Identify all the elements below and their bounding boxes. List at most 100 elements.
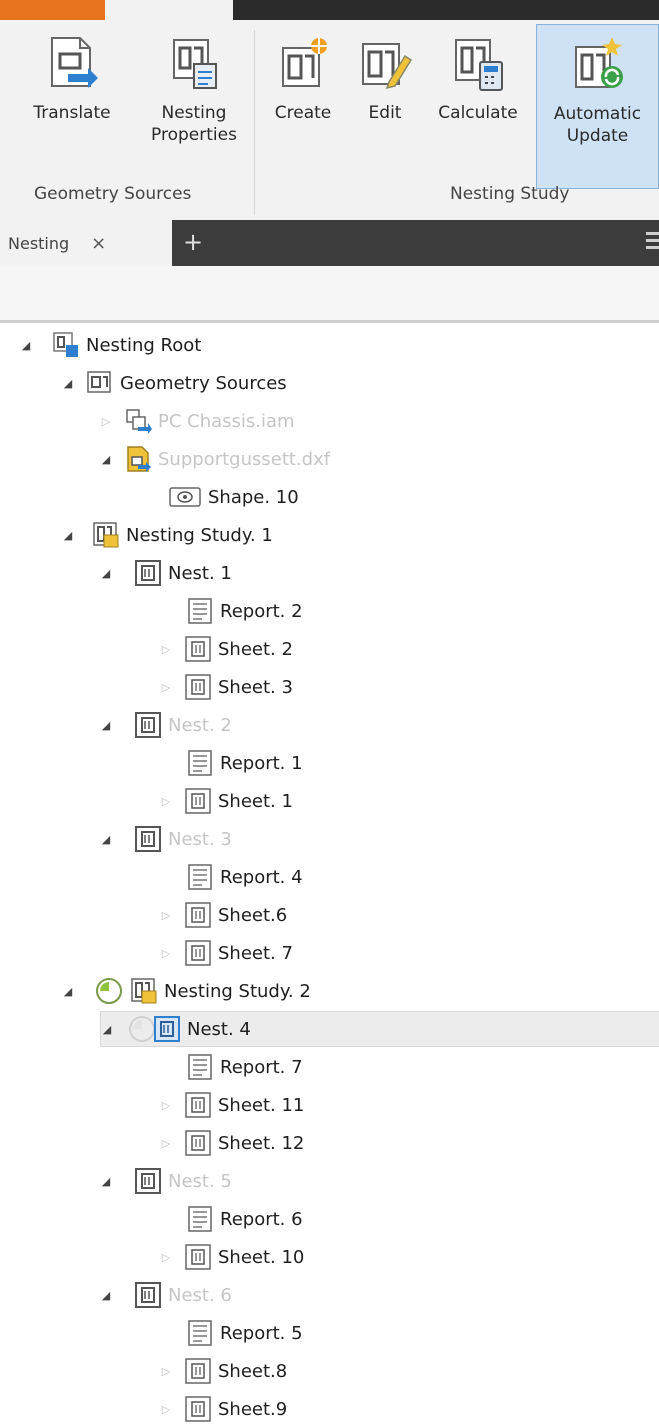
- edit-nest-button[interactable]: Edit: [350, 24, 420, 189]
- expand-arrow-icon[interactable]: ◢: [20, 339, 32, 352]
- tree-node-label: Report. 7: [220, 1056, 303, 1078]
- tree-node-label: Nesting Root: [86, 334, 202, 356]
- tree-node-label: Nesting Study. 1: [126, 524, 273, 546]
- collapse-arrow-icon[interactable]: ▷: [100, 415, 112, 428]
- expand-arrow-icon[interactable]: ◢: [100, 833, 112, 846]
- tree-node-label: Sheet.9: [218, 1398, 288, 1420]
- expand-arrow-icon[interactable]: ◢: [101, 1023, 113, 1036]
- collapse-arrow-icon[interactable]: ▷: [160, 1403, 172, 1416]
- nest-icon: [134, 559, 162, 587]
- automatic-update-icon: [570, 35, 626, 95]
- tab-nesting[interactable]: Nesting ×: [0, 220, 172, 266]
- tree-node-label: Nesting Study. 2: [164, 980, 311, 1002]
- tree-node[interactable]: Report. 4: [174, 859, 303, 895]
- browser-toolbar: [0, 266, 659, 323]
- tree-node[interactable]: ▷ Sheet.9: [160, 1391, 287, 1427]
- expand-arrow-icon[interactable]: ◢: [100, 1289, 112, 1302]
- translate-icon: [44, 34, 100, 94]
- app-tab-orange[interactable]: [0, 0, 105, 20]
- tree-node-label: Sheet. 7: [218, 942, 293, 964]
- collapse-arrow-icon[interactable]: ▷: [160, 947, 172, 960]
- tree-node-label: Report. 5: [220, 1322, 303, 1344]
- collapse-arrow-icon[interactable]: ▷: [160, 795, 172, 808]
- report-icon: [186, 1053, 214, 1081]
- collapse-arrow-icon[interactable]: ▷: [160, 1099, 172, 1112]
- tree-node-selected[interactable]: ◢ Nest. 4: [100, 1011, 659, 1047]
- sheet-icon: [184, 1357, 212, 1385]
- tree-node-label: Sheet. 3: [218, 676, 293, 698]
- nesting-properties-label: Nesting Properties: [151, 103, 237, 145]
- new-tab-icon[interactable]: +: [183, 228, 203, 256]
- translate-button[interactable]: Translate: [18, 24, 126, 189]
- expand-arrow-icon[interactable]: ◢: [100, 719, 112, 732]
- calculate-icon: [450, 34, 506, 94]
- create-nest-button[interactable]: Create: [262, 24, 344, 189]
- nest-icon: [134, 1281, 162, 1309]
- tree-node[interactable]: ▷ Sheet.8: [160, 1353, 287, 1389]
- tree-node-label: Sheet. 11: [218, 1094, 305, 1116]
- sheet-icon: [184, 787, 212, 815]
- close-icon[interactable]: ×: [91, 233, 106, 254]
- automatic-update-button[interactable]: Automatic Update: [536, 24, 659, 189]
- tree-node-label: Geometry Sources: [120, 372, 287, 394]
- tree-node[interactable]: ◢ Nest. 6: [100, 1277, 232, 1313]
- tree-node[interactable]: Report. 5: [174, 1315, 303, 1351]
- collapse-arrow-icon[interactable]: ▷: [160, 681, 172, 694]
- nest-icon: [153, 1015, 181, 1043]
- tree-node[interactable]: ▷ Sheet. 2: [160, 631, 293, 667]
- tree-node[interactable]: ◢ Nesting Root: [20, 327, 201, 363]
- edit-nest-icon: [357, 34, 413, 94]
- expand-arrow-icon[interactable]: ◢: [62, 529, 74, 542]
- collapse-arrow-icon[interactable]: ▷: [160, 909, 172, 922]
- tree-node[interactable]: ◢ Nest. 2: [100, 707, 232, 743]
- tree-node[interactable]: ▷ Sheet. 3: [160, 669, 293, 705]
- calculate-label: Calculate: [438, 103, 518, 123]
- collapse-arrow-icon[interactable]: ▷: [160, 643, 172, 656]
- tree-node[interactable]: Report. 6: [174, 1201, 303, 1237]
- tree-node[interactable]: ◢ Nesting Study. 1: [62, 517, 273, 553]
- dxf-file-icon: [124, 445, 152, 473]
- tree-node[interactable]: Shape. 10: [144, 479, 299, 515]
- tree-node-label: Sheet. 10: [218, 1246, 305, 1268]
- tree-node-label: Report. 1: [220, 752, 303, 774]
- nest-icon: [134, 711, 162, 739]
- tree-node-label: Report. 2: [220, 600, 303, 622]
- expand-arrow-icon[interactable]: ◢: [100, 1175, 112, 1188]
- tree-node[interactable]: ▷ PC Chassis.iam: [100, 403, 295, 439]
- expand-arrow-icon[interactable]: ◢: [100, 567, 112, 580]
- collapse-arrow-icon[interactable]: ▷: [160, 1365, 172, 1378]
- ribbon-tab-active[interactable]: [105, 0, 233, 20]
- expand-arrow-icon[interactable]: ◢: [62, 377, 74, 390]
- tree-node-label: Shape. 10: [208, 486, 299, 508]
- tree-node[interactable]: ▷ Sheet. 10: [160, 1239, 304, 1275]
- sheet-icon: [184, 1129, 212, 1157]
- assembly-icon: [124, 407, 152, 435]
- tree-node[interactable]: ◢ Nest. 1: [100, 555, 232, 591]
- calculate-button[interactable]: Calculate: [426, 24, 530, 189]
- group-label-nesting-study: Nesting Study: [450, 184, 570, 204]
- tree-node[interactable]: ◢ Nest. 3: [100, 821, 232, 857]
- tree-node[interactable]: Report. 7: [174, 1049, 303, 1085]
- report-icon: [186, 1319, 214, 1347]
- tree-node[interactable]: Report. 1: [174, 745, 303, 781]
- tree-node[interactable]: ◢ Nest. 5: [100, 1163, 232, 1199]
- tree-node[interactable]: ▷ Sheet. 11: [160, 1087, 304, 1123]
- tree-node[interactable]: ◢ Geometry Sources: [62, 365, 287, 401]
- expand-arrow-icon[interactable]: ◢: [100, 453, 112, 466]
- tree-node[interactable]: ▷ Sheet. 1: [160, 783, 293, 819]
- tree-node[interactable]: ▷ Sheet. 7: [160, 935, 293, 971]
- tree-node[interactable]: ◢ Supportgussett.dxf: [100, 441, 330, 477]
- hamburger-menu-icon[interactable]: [646, 232, 659, 250]
- tree-node-label: Sheet. 2: [218, 638, 293, 660]
- expand-arrow-icon[interactable]: ◢: [62, 985, 74, 998]
- tree-node[interactable]: ◢ Nesting Study. 2: [62, 973, 311, 1009]
- tree-node[interactable]: ▷ Sheet. 12: [160, 1125, 304, 1161]
- sheet-icon: [184, 1091, 212, 1119]
- nesting-properties-button[interactable]: Nesting Properties: [140, 24, 248, 189]
- tree-node[interactable]: Report. 2: [174, 593, 303, 629]
- report-icon: [186, 1205, 214, 1233]
- tree-node[interactable]: ▷ Sheet.6: [160, 897, 287, 933]
- collapse-arrow-icon[interactable]: ▷: [160, 1251, 172, 1264]
- tree-node-label: Sheet. 1: [218, 790, 293, 812]
- collapse-arrow-icon[interactable]: ▷: [160, 1137, 172, 1150]
